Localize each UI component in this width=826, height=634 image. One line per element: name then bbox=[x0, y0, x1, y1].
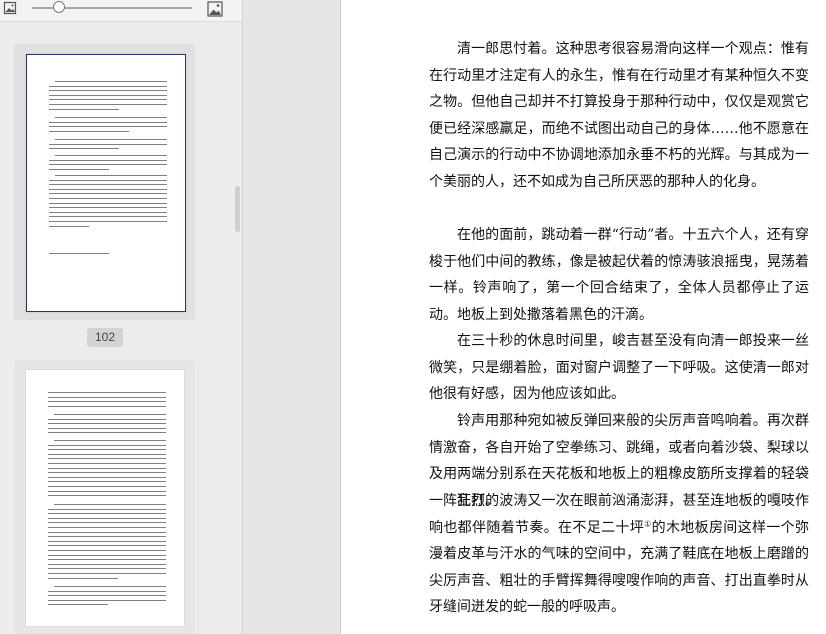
thumbnail-text-line bbox=[48, 536, 166, 538]
thumbnail-text-line bbox=[49, 184, 167, 186]
thumbnail-text-line bbox=[54, 414, 166, 415]
thumbnail-text-line bbox=[48, 432, 166, 434]
thumbnail-text-line bbox=[49, 126, 167, 128]
image-small-icon[interactable] bbox=[3, 1, 19, 17]
thumbnail-text-line bbox=[48, 427, 166, 429]
thumbnail-text-line bbox=[48, 540, 166, 542]
thumbnail-text-line bbox=[49, 148, 119, 150]
thumbnail-text-line bbox=[48, 513, 166, 515]
thumbnail-text-line bbox=[48, 481, 166, 483]
thumbnail-text-line bbox=[48, 453, 166, 455]
thumbnail-text-line bbox=[48, 449, 166, 451]
paragraph-2: 在他的面前，跳动着一群“行动”者。十五六个人，还有穿梭于他们中间的教练，像是被起… bbox=[429, 227, 809, 323]
thumbnail-text-line bbox=[49, 143, 167, 145]
thumbnail-text-line bbox=[49, 164, 167, 166]
thumbnail-text-line bbox=[48, 418, 166, 420]
thumbnail-text-line bbox=[48, 522, 166, 524]
thumbnail-text-line bbox=[49, 225, 89, 227]
image-large-icon[interactable] bbox=[207, 1, 223, 17]
thumbnail-text-line bbox=[49, 198, 167, 199]
thumbnail-text-line bbox=[48, 472, 166, 474]
thumbnail-text-line bbox=[48, 527, 166, 528]
thumbnail-text-line bbox=[48, 423, 166, 425]
thumbnail-text-line bbox=[48, 604, 108, 606]
thumbnail-text-line bbox=[48, 554, 166, 556]
thumbnail-text-line bbox=[48, 467, 166, 469]
thumbnail-text-line bbox=[48, 577, 118, 579]
thumbnail-text-line bbox=[54, 504, 166, 505]
thumbnail-text-line bbox=[48, 599, 166, 601]
thumbnail-text-line bbox=[48, 405, 166, 407]
thumbnail-text-line bbox=[48, 486, 166, 487]
thumbnail-text-line bbox=[48, 559, 166, 561]
viewer-gutter bbox=[243, 0, 340, 634]
thumbnail-sidebar: 102 bbox=[0, 0, 243, 634]
thumbnail-text-line bbox=[48, 444, 166, 446]
thumbnail-text-line bbox=[49, 90, 167, 92]
thumbnail-text-line bbox=[48, 568, 166, 570]
thumbnail-text-line bbox=[49, 130, 129, 132]
thumbnail-text-line bbox=[49, 104, 167, 105]
thumbnail-zoom-bar bbox=[0, 0, 242, 22]
thumbnail-text-line bbox=[49, 121, 167, 123]
footnote-marker[interactable]: ① bbox=[644, 519, 652, 528]
thumbnail-text-line bbox=[55, 175, 167, 176]
thumbnail-text-line bbox=[49, 85, 167, 87]
thumbnail-card-selected[interactable] bbox=[14, 44, 195, 320]
thumbnail-text-line bbox=[55, 155, 167, 156]
thumbnail-text-line bbox=[49, 94, 167, 96]
thumbnail-text-line bbox=[48, 550, 166, 551]
thumbnail-text-line bbox=[49, 179, 167, 181]
thumbnail-text-line bbox=[55, 117, 167, 118]
page-thumbnail[interactable] bbox=[26, 370, 184, 626]
thumbnail-text-line bbox=[49, 159, 167, 161]
thumbnail-text-line bbox=[55, 81, 167, 82]
thumbnail-text-line bbox=[48, 563, 166, 565]
thumbnail-text-line bbox=[48, 396, 166, 398]
thumbnail-text-line bbox=[48, 545, 166, 547]
thumbnail-text-line bbox=[48, 573, 166, 574]
thumbnail-text-line bbox=[54, 440, 166, 441]
thumbnail-card[interactable] bbox=[14, 360, 195, 634]
thumbnail-text-line bbox=[49, 211, 167, 213]
sidebar-scrollbar[interactable] bbox=[235, 186, 240, 232]
thumbnail-text-line bbox=[48, 490, 166, 492]
document-page: 清一郎思忖着。这种思考很容易滑向这样一个观点：惟有在行动里才注定有人的永生，惟有… bbox=[340, 0, 826, 634]
thumbnail-page-number: 102 bbox=[87, 328, 123, 347]
paragraph-1: 清一郎思忖着。这种思考很容易滑向这样一个观点：惟有在行动里才注定有人的永生，惟有… bbox=[429, 41, 809, 190]
thumbnail-text-line bbox=[49, 202, 167, 204]
page-thumbnail-selected[interactable] bbox=[26, 54, 186, 312]
thumbnail-text-line bbox=[48, 590, 166, 592]
thumbnail-text-line bbox=[48, 495, 166, 497]
thumbnail-text-line bbox=[49, 221, 167, 222]
thumbnail-text-line bbox=[48, 463, 166, 464]
paragraph-5: 狂烈的波涛又一次在眼前汹涌澎湃，甚至连地板的嘎吱作响也都伴随着节奏。在不足二十坪… bbox=[429, 488, 809, 621]
thumbnail-text-line bbox=[49, 207, 167, 209]
thumbnail-text-line bbox=[49, 188, 167, 190]
thumbnail-text-line bbox=[49, 99, 167, 101]
thumbnail-text-line bbox=[48, 401, 166, 403]
thumbnail-text-line bbox=[48, 392, 166, 393]
thumbnail-text-line bbox=[48, 458, 166, 460]
thumbnail-text-line bbox=[48, 517, 166, 519]
thumbnail-text-line bbox=[48, 531, 166, 533]
thumbnail-text-line bbox=[49, 168, 109, 170]
zoom-slider-thumb[interactable] bbox=[53, 1, 66, 13]
thumbnail-text-line bbox=[48, 595, 166, 597]
thumbnail-text-line bbox=[48, 476, 166, 478]
thumbnail-text-line bbox=[48, 508, 166, 510]
paragraph-3: 在三十秒的休息时间里，峻吉甚至没有向清一郎投来一丝微笑，只是绷着脸，面对窗户调整… bbox=[429, 333, 809, 403]
thumbnail-text-line bbox=[55, 139, 167, 140]
thumbnail-text-line bbox=[49, 216, 167, 218]
thumbnail-text-line bbox=[54, 586, 166, 587]
thumbnail-text-line bbox=[49, 108, 119, 110]
thumbnail-text-line bbox=[49, 193, 167, 195]
thumbnail-text-line bbox=[49, 253, 109, 254]
